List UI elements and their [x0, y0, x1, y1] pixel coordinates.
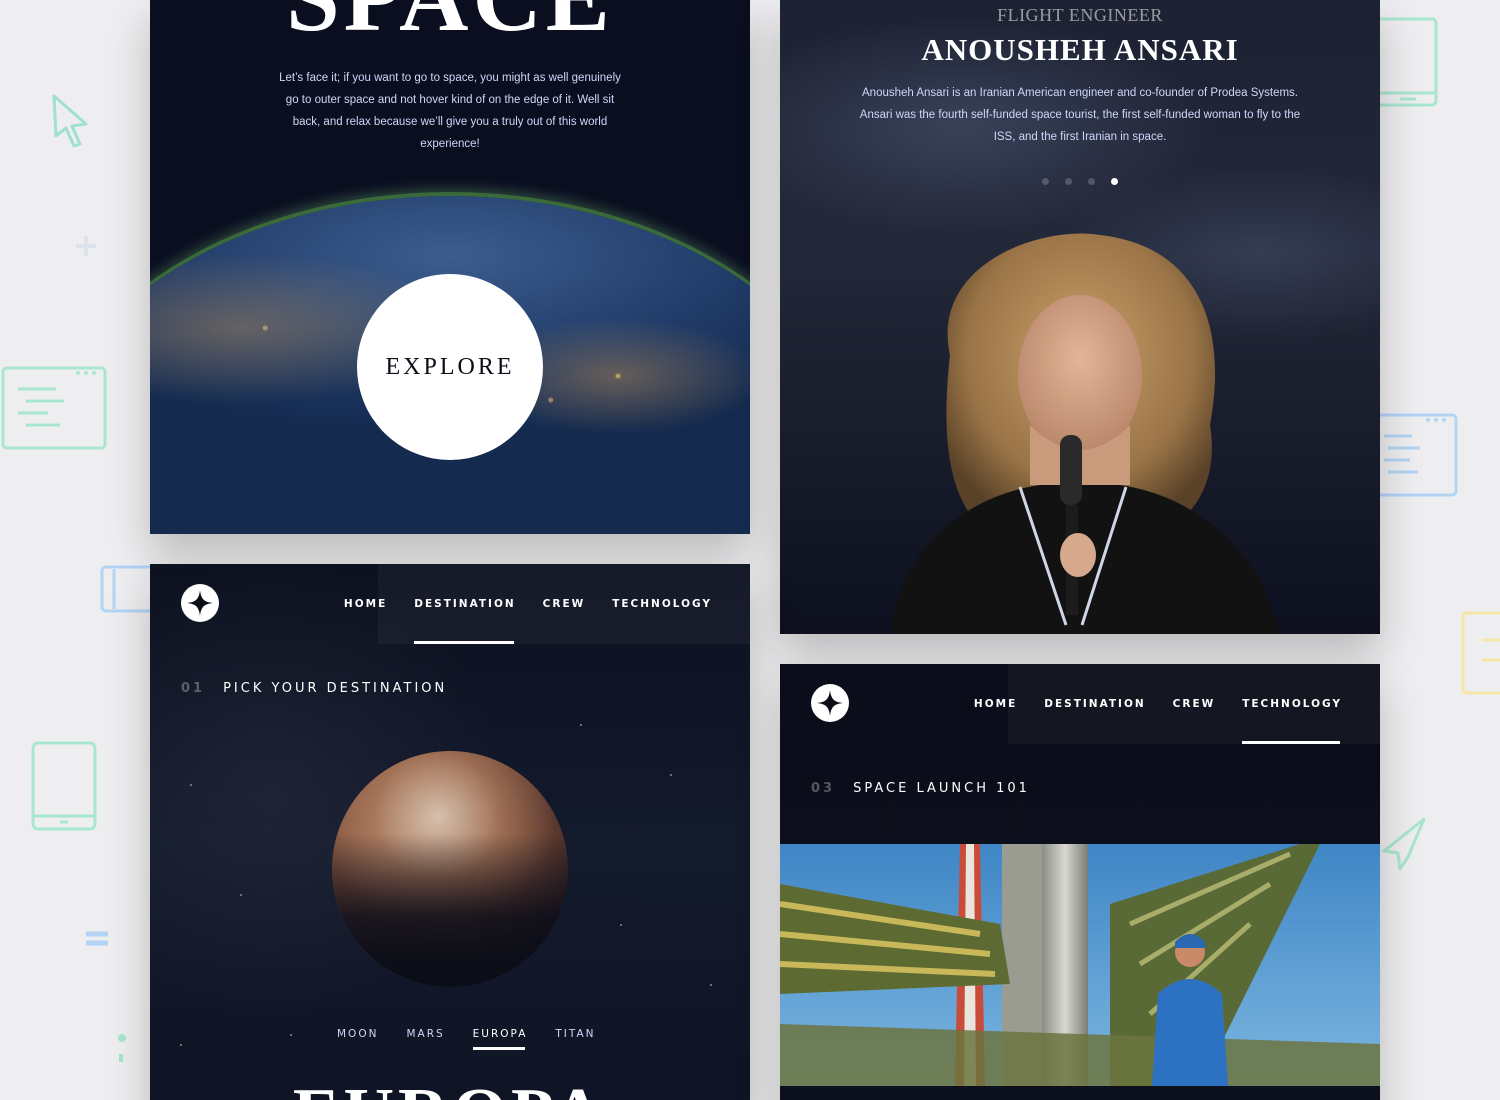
document-doodle-icon: [1460, 610, 1500, 696]
section-heading: 01 PICK YOUR DESTINATION: [181, 681, 447, 696]
nav-technology[interactable]: TECHNOLOGY: [1242, 664, 1342, 744]
slider-dot[interactable]: [1065, 178, 1072, 185]
crew-role: FLIGHT ENGINEER: [997, 5, 1163, 25]
slider-dot[interactable]: [1088, 178, 1095, 185]
tab-mars[interactable]: MARS: [406, 1028, 444, 1050]
launch-vehicle-image: [780, 844, 1380, 1086]
plus-doodle-icon: [74, 234, 98, 258]
home-page-card: SPACE Let’s face it; if you want to go t…: [150, 0, 750, 534]
nav-crew[interactable]: CREW: [1173, 664, 1216, 744]
section-number: 03: [811, 781, 836, 796]
destination-tabs: MOON MARS EUROPA TITAN: [337, 1028, 596, 1050]
tablet-doodle-icon: [30, 740, 98, 832]
code-window-doodle-2-icon: [1380, 412, 1460, 498]
nav-home[interactable]: HOME: [344, 564, 387, 644]
tab-moon[interactable]: MOON: [337, 1028, 378, 1050]
section-title: SPACE LAUNCH 101: [853, 781, 1030, 796]
crew-slider-dots: [1042, 178, 1118, 185]
phone-doodle-icon: [100, 565, 150, 613]
equals-doodle-icon: [84, 930, 110, 948]
tab-europa[interactable]: EUROPA: [472, 1028, 528, 1050]
destination-name: EUROPA: [150, 1074, 750, 1100]
nav-crew[interactable]: CREW: [543, 564, 586, 644]
logo-icon[interactable]: [811, 684, 849, 722]
logo-icon[interactable]: [181, 584, 219, 622]
section-number: 01: [181, 681, 206, 696]
nav-home[interactable]: HOME: [974, 664, 1017, 744]
crew-page-card: FLIGHT ENGINEER ANOUSHEH ANSARI Anousheh…: [780, 0, 1380, 634]
code-window-doodle-icon: [0, 365, 108, 451]
explore-button[interactable]: EXPLORE: [357, 274, 543, 460]
nav-technology[interactable]: TECHNOLOGY: [612, 564, 712, 644]
main-nav: HOME DESTINATION CREW TECHNOLOGY: [974, 664, 1380, 744]
hero-intro-text: Let’s face it; if you want to go to spac…: [279, 72, 621, 150]
tab-titan[interactable]: TITAN: [555, 1028, 595, 1050]
section-heading: 03 SPACE LAUNCH 101: [811, 781, 1030, 796]
send-doodle-icon: [1380, 815, 1430, 875]
dot-doodle-icon: [116, 1032, 128, 1066]
europa-planet-image: [332, 751, 568, 987]
hero-title: SPACE: [150, 0, 750, 53]
slider-dot[interactable]: [1042, 178, 1049, 185]
technology-page-card: HOME DESTINATION CREW TECHNOLOGY 03 SPACE…: [780, 664, 1380, 1100]
browser-doodle-icon: [1380, 15, 1440, 109]
slider-dot-active[interactable]: [1111, 178, 1118, 185]
main-nav: HOME DESTINATION CREW TECHNOLOGY: [344, 564, 750, 644]
section-title: PICK YOUR DESTINATION: [223, 681, 448, 696]
destination-page-card: HOME DESTINATION CREW TECHNOLOGY 01 PICK …: [150, 564, 750, 1100]
crew-portrait-image: [890, 225, 1280, 634]
nav-destination[interactable]: DESTINATION: [1044, 664, 1145, 744]
nav-destination[interactable]: DESTINATION: [414, 564, 515, 644]
crew-bio: Anousheh Ansari is an Iranian American e…: [859, 87, 1301, 143]
crew-name: ANOUSHEH ANSARI: [921, 32, 1239, 67]
cursor-doodle-icon: [48, 90, 94, 150]
